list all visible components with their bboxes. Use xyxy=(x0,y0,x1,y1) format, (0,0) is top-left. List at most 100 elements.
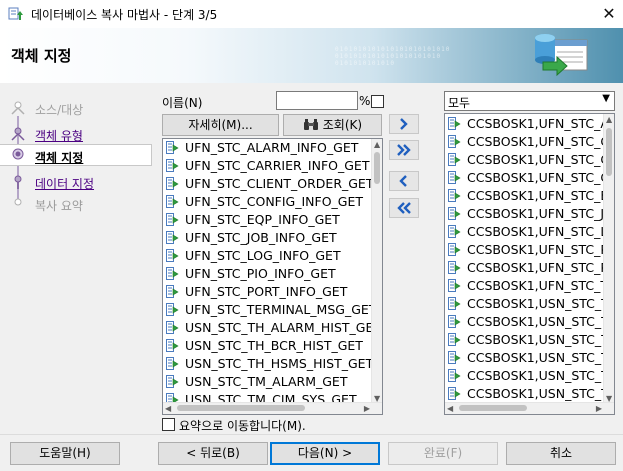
available-objects-list[interactable]: UFN_STC_ALARM_INFO_GET UFN_STC_CARRIER_IN… xyxy=(162,138,383,415)
scroll-up-arrow[interactable]: ▲ xyxy=(374,140,380,149)
list-item[interactable]: CCSBOSK1,USN_STC_TH xyxy=(445,313,614,331)
step-copy-summary[interactable]: 복사 요약 xyxy=(0,193,152,215)
list-item[interactable]: UFN_STC_CLIENT_ORDER_GET xyxy=(163,175,373,193)
lookup-button[interactable]: 조회(K) xyxy=(283,114,382,136)
function-icon xyxy=(448,135,461,148)
list-item-label: UFN_STC_EQP_INFO_GET xyxy=(185,212,340,227)
list-item-label: CCSBOSK1,USN_STC_TM xyxy=(467,368,615,383)
list-item[interactable]: UFN_STC_LOG_INFO_GET xyxy=(163,247,372,265)
wildcard-checkbox[interactable] xyxy=(371,95,384,108)
list-item-label: CCSBOSK1,USN_STC_TM xyxy=(467,350,615,365)
list-item-label: USN_STC_TM_ALARM_GET xyxy=(185,374,348,389)
binoculars-icon xyxy=(303,119,318,130)
function-icon xyxy=(166,267,179,280)
function-icon xyxy=(166,357,179,370)
selected-objects-list[interactable]: CCSBOSK1,UFN_STC_AL CCSBOSK1,UFN_STC_CA CC… xyxy=(444,113,615,415)
scroll-right-arrow[interactable]: ▶ xyxy=(596,404,602,413)
available-list-vscrollbar[interactable]: ▲ ▼ xyxy=(371,139,382,404)
list-item[interactable]: CCSBOSK1,UFN_STC_CL xyxy=(445,151,614,169)
cancel-button[interactable]: 취소 xyxy=(506,442,616,465)
list-item-label: USN_STC_TH_ALARM_HIST_GET xyxy=(185,320,381,335)
scroll-thumb[interactable] xyxy=(459,405,527,411)
schema-select[interactable]: 모두 ▼ xyxy=(444,91,615,111)
list-item[interactable]: CCSBOSK1,UFN_STC_JO xyxy=(445,205,614,223)
list-item[interactable]: CCSBOSK1,UFN_STC_LO xyxy=(445,223,614,241)
lookup-label: 조회(K) xyxy=(322,118,363,132)
selected-list-vscrollbar[interactable]: ▲ ▼ xyxy=(603,114,614,404)
function-icon xyxy=(448,225,461,238)
function-icon xyxy=(448,279,461,292)
step-object-type[interactable]: 객체 유형 xyxy=(0,123,152,145)
list-item[interactable]: CCSBOSK1,USN_STC_TM xyxy=(445,349,614,367)
page-title: 객체 지정 xyxy=(11,47,72,65)
list-item-label: CCSBOSK1,UFN_STC_TE xyxy=(467,278,615,293)
list-item[interactable]: UFN_STC_EQP_INFO_GET xyxy=(163,211,372,229)
list-item-label: UFN_STC_PIO_INFO_GET xyxy=(185,266,336,281)
next-button[interactable]: 다음(N) > xyxy=(270,442,380,465)
scroll-left-arrow[interactable]: ◀ xyxy=(447,404,453,413)
list-item[interactable]: CCSBOSK1,UFN_STC_PO xyxy=(445,259,614,277)
selected-list-hscrollbar[interactable]: ◀ ▶ xyxy=(445,402,614,414)
list-item-label: CCSBOSK1,UFN_STC_CL xyxy=(467,152,615,167)
scroll-up-arrow[interactable]: ▲ xyxy=(606,115,612,124)
function-icon xyxy=(166,375,179,388)
step-label: 데이터 지정 xyxy=(35,177,95,191)
list-item[interactable]: CCSBOSK1,USN_STC_TM xyxy=(445,385,614,403)
function-icon xyxy=(166,285,179,298)
available-list-hscrollbar[interactable]: ◀ ▶ xyxy=(163,402,382,414)
back-button[interactable]: < 뒤로(B) xyxy=(158,442,268,465)
list-item[interactable]: UFN_STC_CONFIG_INFO_GET xyxy=(163,193,372,211)
list-item[interactable]: USN_STC_TH_ALARM_HIST_GET xyxy=(163,319,381,337)
function-icon xyxy=(166,159,179,172)
chevron-right-icon xyxy=(400,118,408,130)
list-item[interactable]: CCSBOSK1,USN_STC_TH xyxy=(445,295,614,313)
double-chevron-left-icon xyxy=(397,202,411,214)
scroll-thumb[interactable] xyxy=(177,405,305,411)
name-filter-label: 이름(N) xyxy=(162,96,203,110)
list-item[interactable]: UFN_STC_JOB_INFO_GET xyxy=(163,229,372,247)
add-all-button[interactable] xyxy=(389,140,419,160)
list-item[interactable]: CCSBOSK1,UFN_STC_CO xyxy=(445,169,614,187)
scroll-thumb[interactable] xyxy=(374,152,380,184)
list-item-label: UFN_STC_CONFIG_INFO_GET xyxy=(185,194,364,209)
step-object-specify[interactable]: 객체 지정 xyxy=(0,144,152,166)
list-item[interactable]: UFN_STC_PORT_INFO_GET xyxy=(163,283,372,301)
list-item[interactable]: CCSBOSK1,USN_STC_TM xyxy=(445,367,614,385)
list-item[interactable]: CCSBOSK1,UFN_STC_TE xyxy=(445,277,614,295)
remove-selected-button[interactable] xyxy=(389,171,419,191)
list-item[interactable]: CCSBOSK1,UFN_STC_EQ xyxy=(445,187,614,205)
go-to-summary-checkbox[interactable] xyxy=(162,418,175,431)
close-button[interactable]: ✕ xyxy=(595,0,623,28)
step-current-icon xyxy=(12,148,24,160)
function-icon xyxy=(448,153,461,166)
list-item-label: CCSBOSK1,UFN_STC_EQ xyxy=(467,188,615,203)
go-to-summary-label: 요약으로 이동합니다(M). xyxy=(179,419,306,433)
list-item[interactable]: CCSBOSK1,USN_STC_TH xyxy=(445,331,614,349)
add-selected-button[interactable] xyxy=(389,114,419,134)
list-item[interactable]: USN_STC_TM_ALARM_GET xyxy=(163,373,372,391)
list-item[interactable]: UFN_STC_PIO_INFO_GET xyxy=(163,265,372,283)
step-source-target[interactable]: 소스/대상 xyxy=(0,97,152,119)
list-item[interactable]: CCSBOSK1,UFN_STC_AL xyxy=(445,115,614,133)
list-item[interactable]: CCSBOSK1,UFN_STC_PI xyxy=(445,241,612,259)
list-item[interactable]: UFN_STC_CARRIER_INFO_GET xyxy=(163,157,372,175)
list-item[interactable]: USN_STC_TH_BCR_HIST_GET xyxy=(163,337,372,355)
function-icon xyxy=(166,339,179,352)
list-item[interactable]: UFN_STC_TERMINAL_MSG_GET xyxy=(163,301,376,319)
step-label: 객체 지정 xyxy=(35,151,84,165)
step-todo-icon xyxy=(14,198,22,206)
list-item-label: CCSBOSK1,UFN_STC_AL xyxy=(467,116,615,131)
scroll-left-arrow[interactable]: ◀ xyxy=(165,404,171,413)
list-item[interactable]: CCSBOSK1,UFN_STC_CA xyxy=(445,133,614,151)
scroll-right-arrow[interactable]: ▶ xyxy=(364,404,370,413)
detail-button[interactable]: 자세히(M)... xyxy=(162,114,279,136)
function-icon xyxy=(448,315,461,328)
list-item[interactable]: USN_STC_TH_HSMS_HIST_GET xyxy=(163,355,373,373)
step-data-specify[interactable]: 데이터 지정 xyxy=(0,171,152,193)
remove-all-button[interactable] xyxy=(389,198,419,218)
name-filter-input[interactable] xyxy=(276,91,358,110)
scroll-thumb[interactable] xyxy=(606,128,612,176)
help-button[interactable]: 도움말(H) xyxy=(10,442,120,465)
finish-button[interactable]: 완료(F) xyxy=(388,442,498,465)
list-item[interactable]: UFN_STC_ALARM_INFO_GET xyxy=(163,139,372,157)
